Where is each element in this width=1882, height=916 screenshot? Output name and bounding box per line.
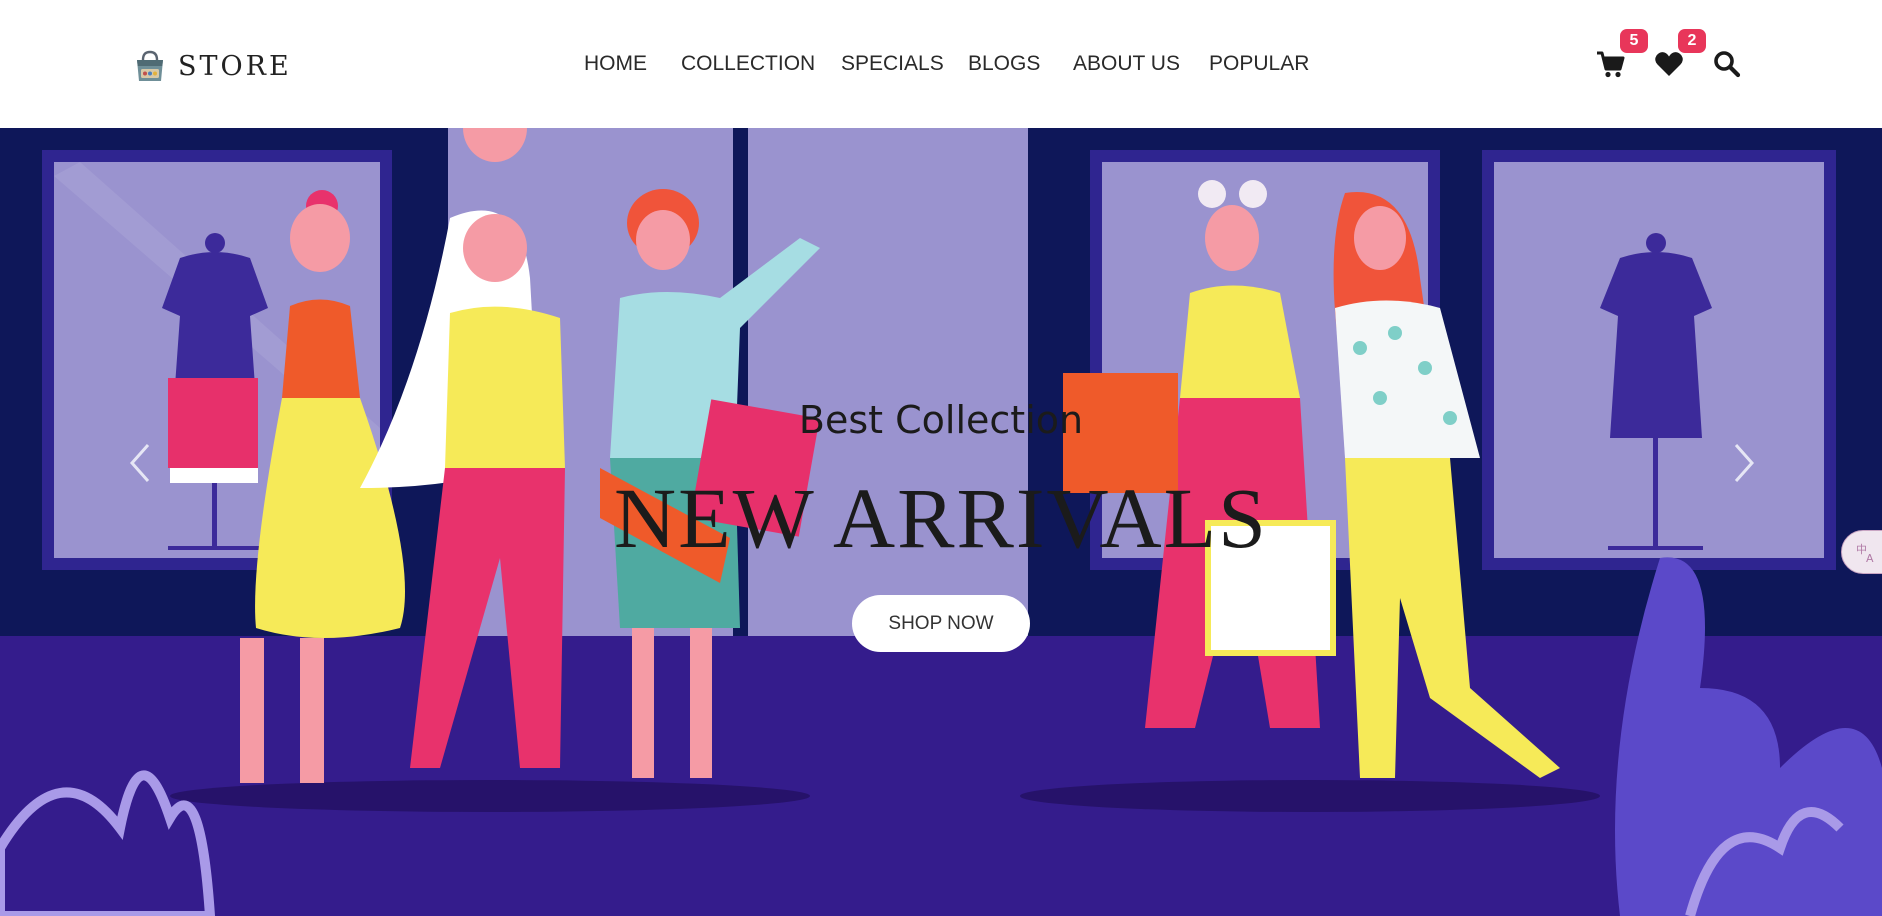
wishlist-button[interactable] xyxy=(1653,48,1685,80)
svg-text:A: A xyxy=(1866,552,1874,565)
nav-item-collection[interactable]: COLLECTION xyxy=(681,49,815,79)
nav-item-home[interactable]: HOME xyxy=(584,49,647,79)
hero-banner: Best Collection NEW ARRIVALS SHOP NOW 中 … xyxy=(0,128,1882,916)
search-button[interactable] xyxy=(1711,48,1743,80)
floor xyxy=(0,636,1882,916)
nav-item-blogs[interactable]: BLOGS xyxy=(968,49,1040,79)
cart-icon xyxy=(1597,51,1625,78)
hero-subtitle: Best Collection xyxy=(798,398,1084,442)
translate-icon: 中 A xyxy=(1856,543,1874,565)
heart-icon xyxy=(1655,52,1683,76)
nav-item-about-us[interactable]: ABOUT US xyxy=(1073,49,1180,79)
nav-item-specials[interactable]: SPECIALS xyxy=(841,49,944,79)
cart-count-badge: 5 xyxy=(1620,29,1648,53)
nav-item-popular[interactable]: POPULAR xyxy=(1209,49,1309,79)
hero-title: NEW ARRIVALS xyxy=(614,470,1268,566)
cart-button[interactable] xyxy=(1595,48,1627,80)
shop-now-button[interactable]: SHOP NOW xyxy=(852,595,1030,652)
site-header: STORE HOME COLLECTION SPECIALS BLOGS ABO… xyxy=(0,0,1882,128)
translate-widget[interactable]: 中 A xyxy=(1841,530,1882,574)
wishlist-count-badge: 2 xyxy=(1678,29,1706,53)
search-icon xyxy=(1714,51,1741,78)
